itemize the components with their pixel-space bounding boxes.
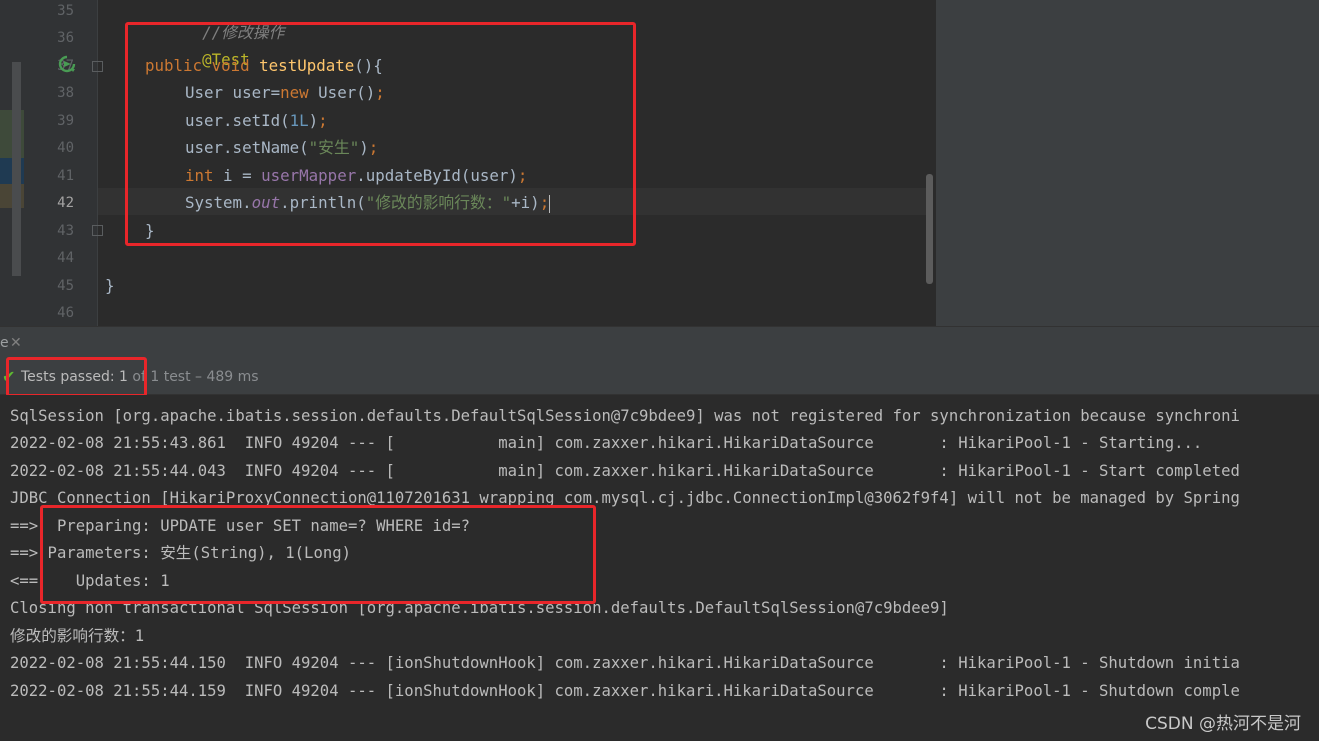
line-number: 45: [57, 278, 74, 294]
line-number: 41: [57, 168, 74, 184]
line-number: 43: [57, 223, 74, 239]
line-number: 39: [57, 113, 74, 129]
line-number: 46: [57, 305, 74, 321]
line-number-current: 42: [57, 195, 74, 211]
watermark: CSDN @热河不是河: [1145, 714, 1301, 734]
left-tool-strip: [0, 0, 24, 326]
console-line: 2022-02-08 21:55:43.861 INFO 49204 --- […: [10, 434, 1203, 452]
code-line: }: [105, 275, 115, 302]
highlight-box-code: [125, 22, 636, 246]
console-line: 修改的影响行数：1: [10, 627, 145, 645]
run-tab-label[interactable]: e: [0, 335, 9, 351]
line-number: 44: [57, 250, 74, 266]
editor-scrollbar-thumb[interactable]: [926, 174, 933, 284]
highlight-box-sql: [40, 505, 596, 604]
structure-scroll-thumb[interactable]: [12, 62, 21, 276]
line-number-gutter: 35 36 37 38 39 40 41 42 43 44 45 46: [24, 0, 103, 326]
line-number: 36: [57, 30, 74, 46]
console-line: 2022-02-08 21:55:44.159 INFO 49204 --- […: [10, 682, 1240, 700]
line-number: 40: [57, 140, 74, 156]
close-icon[interactable]: ✕: [10, 335, 22, 351]
line-number: 38: [57, 85, 74, 101]
test-status-bar: ✔ Tests passed: 1 of 1 test – 489 ms: [0, 360, 1319, 395]
console-line: 2022-02-08 21:55:44.043 INFO 49204 --- […: [10, 462, 1240, 480]
test-duration-label: of 1 test – 489 ms: [127, 369, 259, 385]
console-line: SqlSession [org.apache.ibatis.session.de…: [10, 407, 1240, 425]
line-number: 35: [57, 3, 74, 19]
code-token: }: [105, 276, 115, 295]
run-tool-window-tabbar: e ✕: [0, 326, 1319, 360]
run-test-icon[interactable]: [58, 55, 76, 73]
console-line: 2022-02-08 21:55:44.150 INFO 49204 --- […: [10, 654, 1240, 672]
highlight-box-status: [6, 357, 147, 397]
right-side-panel: [936, 0, 1319, 326]
